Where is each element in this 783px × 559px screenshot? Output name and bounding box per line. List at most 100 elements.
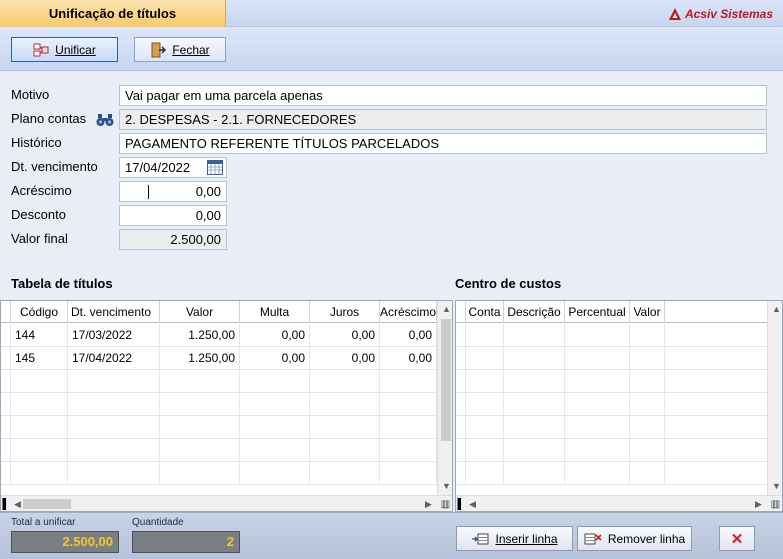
scroll-up-arrow-icon[interactable]: ▲	[768, 301, 782, 318]
titulos-header: Código Dt. vencimento Valor Multa Juros …	[1, 301, 437, 323]
footer-bar: Total a unificar 2.500,00 Quantidade 2 I…	[0, 512, 783, 559]
text-cursor	[148, 185, 149, 199]
empty-row	[456, 439, 767, 462]
col-header[interactable]: Juros	[310, 301, 380, 323]
table-row[interactable]: 144 17/03/2022 1.250,00 0,00 0,00 0,00	[1, 324, 437, 347]
scrollbar-thumb[interactable]	[441, 319, 451, 441]
close-button-label: Fechar	[172, 42, 210, 57]
desconto-input[interactable]: 0,00	[119, 205, 227, 226]
table-cell	[504, 393, 565, 416]
empty-row	[456, 462, 767, 485]
table-cell	[565, 393, 630, 416]
row-indicator	[1, 416, 11, 439]
scroll-down-arrow-icon[interactable]: ▼	[438, 478, 452, 495]
table-cell[interactable]: 145	[11, 347, 68, 370]
scroll-right-arrow-icon[interactable]: ▶	[420, 496, 437, 511]
table-cell[interactable]: 17/03/2022	[68, 324, 160, 347]
table-cell[interactable]: 144	[11, 324, 68, 347]
table-cell[interactable]: 17/04/2022	[68, 347, 160, 370]
scrollbar-thumb[interactable]	[23, 499, 71, 509]
table-cell[interactable]: 0,00	[240, 347, 310, 370]
table-cell[interactable]: 0,00	[380, 347, 437, 370]
scroll-up-arrow-icon[interactable]: ▲	[438, 301, 452, 318]
titulos-horizontal-scrollbar[interactable]: ▌ ◀ ▶ ▥	[1, 495, 452, 511]
table-row[interactable]: 145 17/04/2022 1.250,00 0,00 0,00 0,00	[1, 347, 437, 370]
empty-row	[1, 370, 437, 393]
col-header[interactable]: Valor	[630, 301, 665, 323]
table-cell	[240, 370, 310, 393]
col-header[interactable]: Percentual	[565, 301, 630, 323]
table-cell[interactable]: 0,00	[310, 324, 380, 347]
exit-door-icon	[151, 42, 167, 57]
quantity-value: 2	[132, 531, 240, 553]
brand-name: Acsiv Sistemas	[684, 7, 773, 21]
custos-horizontal-scrollbar[interactable]: ▌ ◀ ▶ ▥	[456, 495, 782, 511]
table-cell	[240, 439, 310, 462]
row-indicator	[1, 324, 11, 347]
remove-row-button[interactable]: Remover linha	[577, 526, 692, 551]
insert-row-button[interactable]: Inserir linha	[456, 526, 573, 551]
row-indicator	[1, 370, 11, 393]
table-cell	[380, 439, 437, 462]
column-selector-icon[interactable]: ▥	[767, 496, 782, 511]
motivo-input[interactable]: Vai pagar em uma parcela apenas	[119, 85, 767, 106]
column-selector-icon[interactable]: ▥	[437, 496, 452, 511]
custos-grid[interactable]: Conta Descrição Percentual Valor ▲ ▼ ▌ ◀…	[455, 300, 783, 512]
table-cell	[68, 462, 160, 485]
table-cell[interactable]: 1.250,00	[160, 324, 240, 347]
scroll-left-arrow-icon[interactable]: ◀	[464, 496, 481, 511]
binoculars-icon[interactable]	[96, 113, 114, 127]
acrescimo-input[interactable]: 0,00	[119, 181, 227, 202]
historico-input[interactable]: PAGAMENTO REFERENTE TÍTULOS PARCELADOS	[119, 133, 767, 154]
table-cell	[630, 416, 665, 439]
row-indicator	[456, 439, 466, 462]
table-cell[interactable]: 1.250,00	[160, 347, 240, 370]
acrescimo-value: 0,00	[195, 184, 221, 199]
unify-button-label: Unificar	[55, 42, 96, 57]
table-cell	[504, 416, 565, 439]
cancel-button[interactable]: ✕	[719, 526, 755, 551]
table-cell	[68, 439, 160, 462]
close-icon: ✕	[730, 530, 744, 548]
table-cell	[310, 370, 380, 393]
table-cell	[380, 416, 437, 439]
calendar-icon[interactable]	[207, 160, 223, 175]
col-header[interactable]: Código	[11, 301, 68, 323]
plano-contas-field: 2. DESPESAS - 2.1. FORNECEDORES	[119, 109, 767, 130]
col-header[interactable]: Valor	[160, 301, 240, 323]
titulos-vertical-scrollbar[interactable]: ▲ ▼	[437, 301, 452, 495]
col-header[interactable]: Conta	[466, 301, 504, 323]
vencimento-value: 17/04/2022	[125, 160, 191, 175]
table-cell	[380, 462, 437, 485]
table-cell	[504, 462, 565, 485]
table-cell	[630, 370, 665, 393]
row-indicator	[456, 462, 466, 485]
table-cell	[504, 347, 565, 370]
scroll-down-arrow-icon[interactable]: ▼	[768, 478, 782, 495]
col-header[interactable]: Dt. vencimento	[68, 301, 160, 323]
custos-title: Centro de custos	[455, 276, 562, 291]
col-header[interactable]: Descrição	[504, 301, 565, 323]
table-cell	[565, 347, 630, 370]
empty-row	[1, 393, 437, 416]
scroll-right-arrow-icon[interactable]: ▶	[750, 496, 767, 511]
col-header[interactable]: Multa	[240, 301, 310, 323]
unify-button[interactable]: Unificar	[11, 37, 118, 62]
table-cell[interactable]: 0,00	[380, 324, 437, 347]
table-cell	[160, 462, 240, 485]
table-cell[interactable]: 0,00	[310, 347, 380, 370]
close-button[interactable]: Fechar	[134, 37, 226, 62]
table-cell	[240, 462, 310, 485]
custos-header: Conta Descrição Percentual Valor	[456, 301, 767, 323]
custos-vertical-scrollbar[interactable]: ▲ ▼	[767, 301, 782, 495]
titulos-grid[interactable]: Código Dt. vencimento Valor Multa Juros …	[0, 300, 453, 512]
table-cell[interactable]: 0,00	[240, 324, 310, 347]
motivo-label: Motivo	[11, 87, 50, 102]
valor-final-label: Valor final	[11, 231, 68, 246]
table-cell	[466, 324, 504, 347]
total-value: 2.500,00	[11, 531, 119, 553]
empty-row	[456, 324, 767, 347]
col-header[interactable]: Acréscimo	[380, 301, 437, 323]
vencimento-input[interactable]: 17/04/2022	[119, 157, 227, 178]
historico-label: Histórico	[11, 135, 62, 150]
